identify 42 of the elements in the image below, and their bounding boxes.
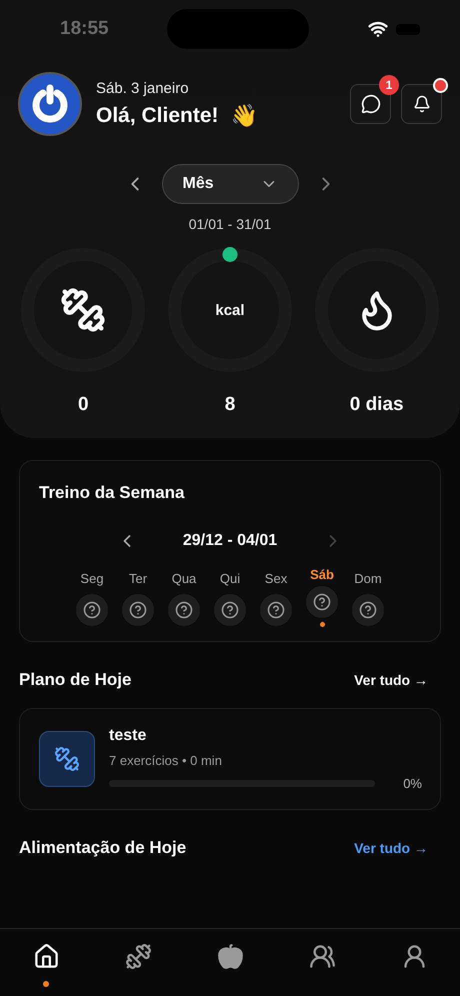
dumbbell-icon (54, 746, 80, 772)
week-range: 29/12 - 04/01 (182, 532, 278, 550)
progress-dot (222, 247, 238, 262)
apple-icon (216, 943, 244, 970)
stat-value: 8 (224, 394, 236, 416)
today-dot (320, 622, 324, 627)
ring-label: kcal (215, 302, 245, 318)
dumbbell-icon (60, 287, 106, 333)
home-icon (32, 943, 60, 970)
section-title: Plano de Hoje (19, 670, 132, 690)
period-dropdown[interactable]: Mês (162, 164, 298, 204)
chat-icon (360, 94, 380, 114)
stat-value: 0 (78, 394, 89, 416)
day-button[interactable]: Sáb (304, 567, 340, 627)
question-icon (359, 601, 377, 619)
date-range: 01/01 - 31/01 (188, 216, 272, 232)
notifications-button[interactable] (401, 84, 442, 124)
waving-hand-emoji: 👋 (230, 102, 258, 128)
stat-value: 0 dias (350, 394, 404, 416)
date-text: Sáb. 3 janeiro (96, 80, 190, 96)
question-icon (129, 601, 147, 619)
wifi-icon (368, 19, 388, 39)
question-icon (175, 601, 193, 619)
power-icon (30, 84, 70, 124)
greeting: Olá, Cliente! (96, 104, 219, 128)
question-icon (221, 601, 239, 619)
plan-details: 7 exercícios • 0 min (109, 753, 223, 768)
unread-badge: 1 (379, 75, 399, 95)
progress-percent: 0% (403, 776, 422, 791)
people-icon (308, 943, 336, 970)
question-icon (83, 601, 101, 619)
card-title: Treino da Semana (38, 482, 186, 503)
question-icon (267, 601, 285, 619)
status-time: 18:55 (60, 18, 109, 40)
see-all-link[interactable]: Ver tudo → (354, 840, 428, 856)
active-tab-dot (43, 981, 49, 987)
dumbbell-icon (124, 943, 152, 970)
section-title: Alimentação de Hoje (19, 838, 186, 858)
bell-icon (412, 95, 430, 113)
question-icon (313, 593, 331, 611)
plan-name: teste (109, 727, 148, 745)
see-all-link[interactable]: Ver tudo → (354, 672, 428, 688)
